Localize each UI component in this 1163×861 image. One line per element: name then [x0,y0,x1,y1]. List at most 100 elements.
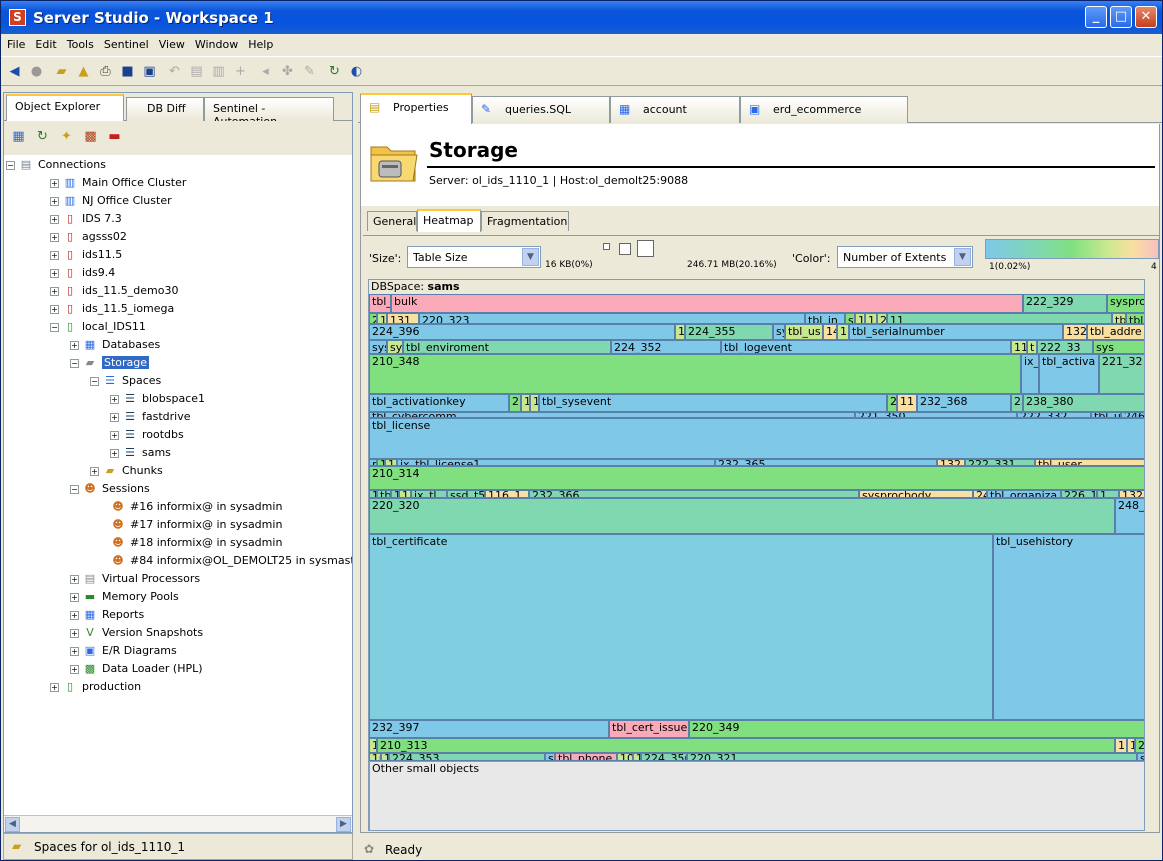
tree-node-local-ids11[interactable]: − ▯ local_IDS11 [50,318,146,336]
chevron-down-icon[interactable]: ▼ [522,248,539,266]
tree-node-iomega[interactable]: + ▯ ids_11.5_iomega [50,300,174,318]
tree-node-agsss02[interactable]: + ▯ agsss02 [50,228,127,246]
wrench-icon[interactable]: ✎ [301,63,318,80]
heatmap-cell[interactable]: 224_396 [369,324,675,340]
heatmap-cell[interactable]: tbl_activationkey [369,394,509,412]
heatmap-cell[interactable]: s [845,313,855,324]
storage-heatmap[interactable]: DBSpace: sams tbl_ bulk 222_329 syspro 2… [368,279,1145,831]
tree-node-data-loader[interactable]: + ▩ Data Loader (HPL) [70,660,203,678]
tree-node-nj-office[interactable]: + ▥ NJ Office Cluster [50,192,172,210]
heatmap-cell[interactable]: 1 [1127,738,1135,753]
expand-icon[interactable]: + [50,304,59,314]
expand-icon[interactable]: + [70,646,79,656]
heatmap-cell[interactable]: 11 [385,459,397,466]
heatmap-cell[interactable]: 10 [617,753,633,761]
tree-node-session-18[interactable]: ☻ #18 informix@ in sysadmin [110,534,282,552]
connect-icon[interactable]: ◐ [348,63,365,80]
expand-icon[interactable]: + [50,268,59,278]
menu-sentinel[interactable]: Sentinel [98,34,153,51]
tab-account[interactable]: ▦ account [610,96,740,123]
heatmap-cell[interactable]: tbl_activa [1039,354,1099,394]
heatmap-cell[interactable]: 210_348 [369,354,1021,394]
tree-node-fastdrive[interactable]: + ☰ fastdrive [110,408,191,426]
heatmap-cell[interactable]: 1 [381,753,389,761]
heatmap-cell[interactable]: 14 [823,324,837,340]
tab-general[interactable]: General [367,211,417,231]
tab-db-diff[interactable]: DB Diff [126,97,204,121]
tree-node-ids115[interactable]: + ▯ ids11.5 [50,246,122,264]
heatmap-cell[interactable]: 232_366 [529,490,859,498]
tree-node-main-office[interactable]: + ▥ Main Office Cluster [50,174,186,192]
tree-node-er-diagrams[interactable]: + ▣ E/R Diagrams [70,642,177,660]
size-select[interactable]: Table Size ▼ [407,246,541,268]
scroll-right-icon[interactable]: ▶ [336,817,351,832]
collapse-icon[interactable]: − [70,484,79,494]
heatmap-cell[interactable]: 222_33 [1037,340,1093,354]
expand-icon[interactable]: + [50,682,59,692]
expand-icon[interactable]: + [50,250,59,260]
heatmap-cell[interactable]: tbl_usehistory [993,534,1144,720]
tree-node-sams[interactable]: + ☰ sams [110,444,171,462]
heatmap-cell[interactable]: 238_380 [1023,394,1144,412]
heatmap-cell[interactable]: 116_1 [485,490,529,498]
heatmap-cell[interactable]: ix_ [1021,354,1039,394]
expand-icon[interactable]: + [70,628,79,638]
heatmap-cell[interactable]: 1 [377,313,387,324]
heatmap-cell[interactable]: 11 [897,394,917,412]
expand-icon[interactable]: + [110,430,119,440]
tree-node-databases[interactable]: + ▦ Databases [70,336,160,354]
heatmap-cell[interactable]: tbl_user [1035,459,1144,466]
heatmap-cell[interactable]: 11 [855,313,865,324]
heatmap-cell[interactable]: ssd_t5 [447,490,485,498]
menu-window[interactable]: Window [189,34,242,51]
expand-icon[interactable]: + [70,574,79,584]
heatmap-cell[interactable]: s [545,753,555,761]
tab-properties[interactable]: ▤ Properties [360,93,472,124]
paste-icon[interactable]: ▥ [210,63,227,80]
heatmap-cell[interactable]: tbl_serialnumber [849,324,1063,340]
heatmap-cell[interactable]: 222_329 [1023,294,1107,313]
heatmap-cell[interactable]: sys [1093,340,1144,354]
heatmap-cell[interactable]: 221_32 [1099,354,1144,394]
heatmap-cell[interactable]: sys [369,340,387,354]
heatmap-cell[interactable]: tbl_sysevent [539,394,887,412]
chevron-down-icon[interactable]: ▼ [954,248,971,266]
heatmap-cell[interactable]: 220_349 [689,720,1144,738]
refresh-tree-icon[interactable]: ↻ [34,129,51,146]
menu-tools[interactable]: Tools [61,34,98,51]
tree-node-session-17[interactable]: ☻ #17 informix@ in sysadmin [110,516,282,534]
folder-up-icon[interactable]: ▲ [75,63,92,80]
heatmap-cell[interactable]: tbl_in [805,313,845,324]
tab-sentinel-automation[interactable]: Sentinel - Automation [204,97,334,128]
tree-node-session-84[interactable]: ☻ #84 informix@OL_DEMOLT25 in sysmast [110,552,352,570]
heatmap-cell[interactable]: 220_320 [369,498,1115,534]
heatmap-cell[interactable]: tbl [1126,313,1144,324]
expand-icon[interactable]: + [110,448,119,458]
heatmap-cell[interactable]: 11 [1115,738,1127,753]
new-item-icon[interactable]: ▩ [82,129,99,146]
copy-icon[interactable]: ▤ [188,63,205,80]
left-icon[interactable]: ◂ [257,63,274,80]
tab-erd-ecommerce[interactable]: ▣ erd_ecommerce [740,96,908,123]
tree-node-ids94[interactable]: + ▯ ids9.4 [50,264,115,282]
heatmap-cell[interactable]: 222_331 [965,459,1035,466]
heatmap-cell[interactable]: ix_tl [411,490,447,498]
heatmap-cell[interactable]: tbl [377,490,391,498]
heatmap-cell[interactable]: 10 [369,753,381,761]
collapse-icon[interactable]: − [50,322,59,332]
heatmap-cell[interactable]: t [1027,340,1037,354]
heatmap-cell[interactable]: n [369,459,377,466]
expand-icon[interactable]: + [70,664,79,674]
tree-node-chunks[interactable]: + ▰ Chunks [90,462,163,480]
forward-icon[interactable]: ● [28,63,45,80]
tree-node-reports[interactable]: + ▦ Reports [70,606,144,624]
menu-view[interactable]: View [153,34,189,51]
tree-node-spaces[interactable]: − ☰ Spaces [90,372,161,390]
print-icon[interactable]: ⎙ [97,63,114,80]
plus-icon[interactable]: + [232,63,249,80]
heatmap-cell[interactable]: 11 [887,313,1112,324]
color-select[interactable]: Number of Extents ▼ [837,246,973,268]
heatmap-cell[interactable]: 13 [865,313,877,324]
heatmap-cell[interactable]: 210_313 [377,738,1115,753]
menu-help[interactable]: Help [242,34,277,51]
